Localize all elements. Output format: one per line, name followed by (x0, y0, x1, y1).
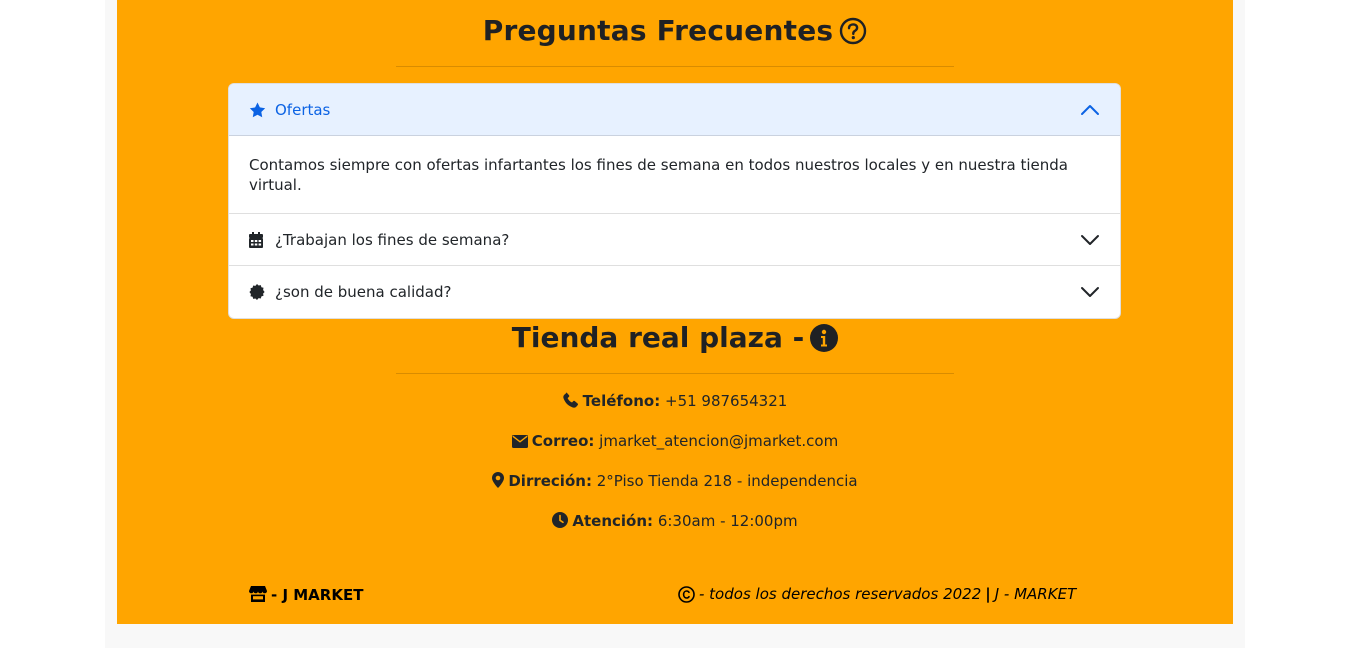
footer-brand-text: - J MARKET (271, 586, 364, 604)
calendar-icon (249, 231, 265, 248)
faq-heading: Preguntas Frecuentes (117, 14, 1233, 52)
store-icon (249, 586, 267, 606)
address-value: 2°Piso Tienda 218 - independencia (596, 472, 858, 490)
hours-value: 6:30am - 12:00pm (657, 512, 798, 530)
question-circle-icon (839, 17, 867, 52)
chevron-down-icon (1080, 230, 1100, 250)
faq-item-ofertas: Ofertas Contamos siempre con ofertas inf… (229, 84, 1120, 214)
envelope-icon (511, 434, 528, 452)
chevron-down-icon (1080, 282, 1100, 302)
faq-toggle-quality[interactable]: ¿son de buena calidad? (229, 266, 1120, 318)
scrollbar[interactable] (1333, 0, 1350, 648)
footer-rights-text: - todos los derechos reservados 2022 (699, 585, 982, 603)
faq-answer-ofertas: Contamos siempre con ofertas infartantes… (229, 136, 1120, 214)
email-label: Correo: (531, 432, 595, 450)
faq-item-weekends: ¿Trabajan los fines de semana? (229, 214, 1120, 266)
faq-label-quality: ¿son de buena calidad? (275, 283, 452, 301)
store-title-text: Tienda real plaza - (511, 321, 805, 354)
clock-icon (552, 512, 569, 532)
store-address: Dirreción: 2°Piso Tienda 218 - independe… (117, 472, 1233, 492)
store-heading: Tienda real plaza - (117, 321, 1233, 359)
info-circle-icon (810, 324, 839, 359)
store-hours: Atención: 6:30am - 12:00pm (117, 512, 1233, 532)
email-value: jmarket_atencion@jmarket.com (599, 432, 839, 450)
contact-section: Preguntas Frecuentes Ofertas Contamos si… (117, 0, 1233, 624)
right-page-gutter (1233, 0, 1245, 648)
faq-accordion: Ofertas Contamos siempre con ofertas inf… (228, 83, 1121, 319)
star-icon (249, 102, 266, 118)
phone-label: Teléfono: (582, 392, 661, 410)
footer-rights-brand: J - MARKET (994, 585, 1077, 603)
faq-label-ofertas: Ofertas (275, 100, 331, 119)
faq-label-weekends: ¿Trabajan los fines de semana? (275, 230, 510, 249)
store-phone: Teléfono: +51 987654321 (117, 392, 1233, 412)
footer-copyright: - todos los derechos reservados 2022 | J -… (678, 585, 1076, 607)
faq-toggle-weekends[interactable]: ¿Trabajan los fines de semana? (229, 214, 1120, 266)
footer-brand: - J MARKET (249, 586, 363, 606)
faq-item-quality: ¿son de buena calidad? (229, 266, 1120, 318)
faq-toggle-ofertas[interactable]: Ofertas (229, 84, 1120, 136)
page-bottom-gutter (105, 624, 1245, 648)
left-page-gutter (105, 0, 117, 648)
copyright-icon (678, 586, 695, 607)
address-label: Dirreción: (508, 472, 592, 490)
faq-title-text: Preguntas Frecuentes (482, 14, 834, 47)
chevron-up-icon (1080, 100, 1100, 120)
faq-divider (396, 66, 954, 67)
phone-value: +51 987654321 (665, 392, 788, 410)
map-marker-icon (492, 472, 505, 492)
footer-separator: | (985, 585, 991, 603)
store-email: Correo: jmarket_atencion@jmarket.com (117, 432, 1233, 452)
phone-icon (562, 392, 579, 412)
hours-label: Atención: (572, 512, 654, 530)
certificate-icon (249, 284, 265, 300)
store-divider (396, 373, 954, 374)
